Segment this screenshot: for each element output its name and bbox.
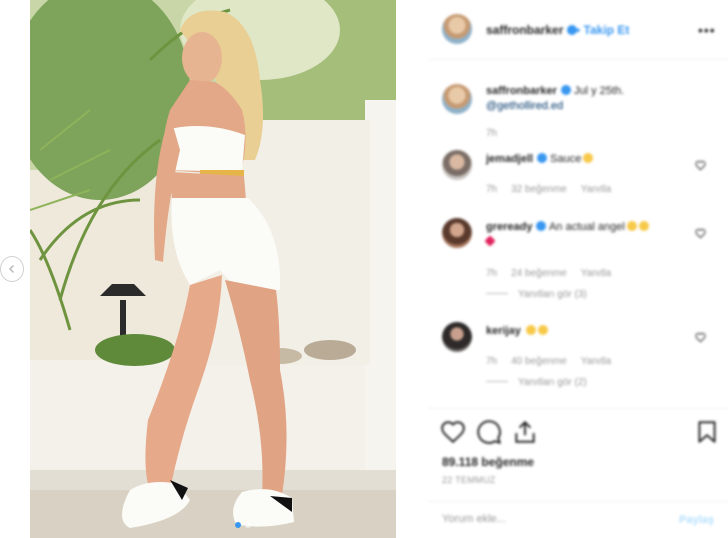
carousel-dot	[245, 522, 251, 528]
comment-text: jemadjell Sauce	[486, 152, 706, 167]
carousel-indicator	[235, 522, 251, 528]
caption-time: 7h	[486, 128, 498, 139]
post-actions: 89.118 beğenme 22 TEMMUZ Paylaş	[428, 408, 728, 538]
view-replies-button[interactable]: Yanıtları gör (3)	[486, 289, 587, 300]
emoji-icon	[525, 325, 536, 335]
reply-button[interactable]: Yanıtla	[581, 268, 611, 279]
comment-meta: 7h 24 beğenme Yanıtla	[486, 268, 611, 279]
comment-username[interactable]: greready	[486, 221, 532, 233]
comment-likes[interactable]: 40 beğenme	[511, 356, 567, 367]
post-header: saffronbarker • Takip Et •••	[428, 0, 728, 60]
comment-meta: 7h 40 beğenme Yanıtla	[486, 356, 611, 367]
avatar[interactable]	[442, 218, 472, 248]
reply-button[interactable]: Yanıtla	[581, 356, 611, 367]
view-replies-button[interactable]: Yanıtları gör (2)	[486, 377, 587, 388]
caption-text: saffronbarker Jul y 25th. @gethollired.e…	[486, 84, 716, 114]
comment-text: greready An actual angel	[484, 220, 706, 250]
verified-badge-icon	[536, 221, 547, 231]
comment-body: An actual angel	[548, 221, 625, 233]
follow-label: Takip Et	[583, 23, 630, 37]
caption-username[interactable]: saffronbarker	[486, 85, 557, 97]
photo-illustration	[30, 0, 396, 538]
heart-icon[interactable]	[695, 228, 706, 239]
instagram-post-page: saffronbarker • Takip Et ••• saffronbark…	[0, 0, 728, 538]
like-heart-icon[interactable]	[440, 419, 466, 445]
caption-body: Jul y 25th.	[573, 85, 625, 97]
emoji-icon	[583, 153, 594, 163]
avatar[interactable]	[442, 322, 472, 352]
comment-time: 7h	[486, 356, 498, 367]
likes-count[interactable]: 89.118 beğenme	[442, 455, 534, 469]
post-side-panel: saffronbarker • Takip Et ••• saffronbark…	[428, 0, 728, 538]
post-comment-button[interactable]: Paylaş	[679, 514, 714, 526]
comment-time: 7h	[486, 184, 498, 195]
bookmark-icon[interactable]	[694, 419, 720, 445]
separator: •	[576, 23, 581, 37]
share-icon[interactable]	[512, 419, 538, 445]
avatar[interactable]	[442, 84, 472, 114]
heart-icon[interactable]	[695, 332, 706, 343]
post-date: 22 TEMMUZ	[442, 475, 496, 485]
heart-emoji-icon	[484, 235, 496, 247]
post-photo[interactable]	[30, 0, 396, 538]
comment-bubble-icon[interactable]	[476, 419, 502, 445]
avatar[interactable]	[442, 150, 472, 180]
verified-badge-icon	[560, 85, 571, 95]
comment-body: Sauce	[550, 153, 582, 165]
comment-likes[interactable]: 24 beğenme	[511, 268, 567, 279]
replies-line	[486, 293, 508, 294]
comment-username[interactable]: kerijay	[486, 325, 521, 337]
comment-text: kerijay	[486, 324, 706, 339]
carousel-dot	[235, 522, 241, 528]
more-options-button[interactable]: •••	[698, 22, 716, 38]
emoji-icon	[638, 221, 649, 231]
heart-icon[interactable]	[695, 160, 706, 171]
comment-input[interactable]	[442, 513, 662, 525]
add-comment-bar: Paylaş	[428, 501, 728, 538]
chevron-left-icon	[8, 264, 15, 274]
author-username[interactable]: saffronbarker	[486, 23, 578, 37]
follow-button[interactable]: • Takip Et	[576, 23, 629, 37]
view-replies-label: Yanıtları gör (2)	[518, 377, 587, 388]
caption-tag[interactable]: @gethollired.ed	[486, 100, 563, 112]
author-username-text: saffronbarker	[486, 23, 564, 37]
carousel-prev-button[interactable]	[0, 256, 24, 282]
avatar[interactable]	[442, 14, 472, 44]
comment-meta: 7h 32 beğenme Yanıtla	[486, 184, 611, 195]
emoji-icon	[537, 325, 548, 335]
comment-username[interactable]: jemadjell	[486, 153, 533, 165]
view-replies-label: Yanıtları gör (3)	[518, 289, 587, 300]
replies-line	[486, 381, 508, 382]
reply-button[interactable]: Yanıtla	[581, 184, 611, 195]
comment-likes[interactable]: 32 beğenme	[511, 184, 567, 195]
comment-time: 7h	[486, 268, 498, 279]
verified-badge-icon	[537, 153, 548, 163]
emoji-icon	[626, 221, 637, 231]
